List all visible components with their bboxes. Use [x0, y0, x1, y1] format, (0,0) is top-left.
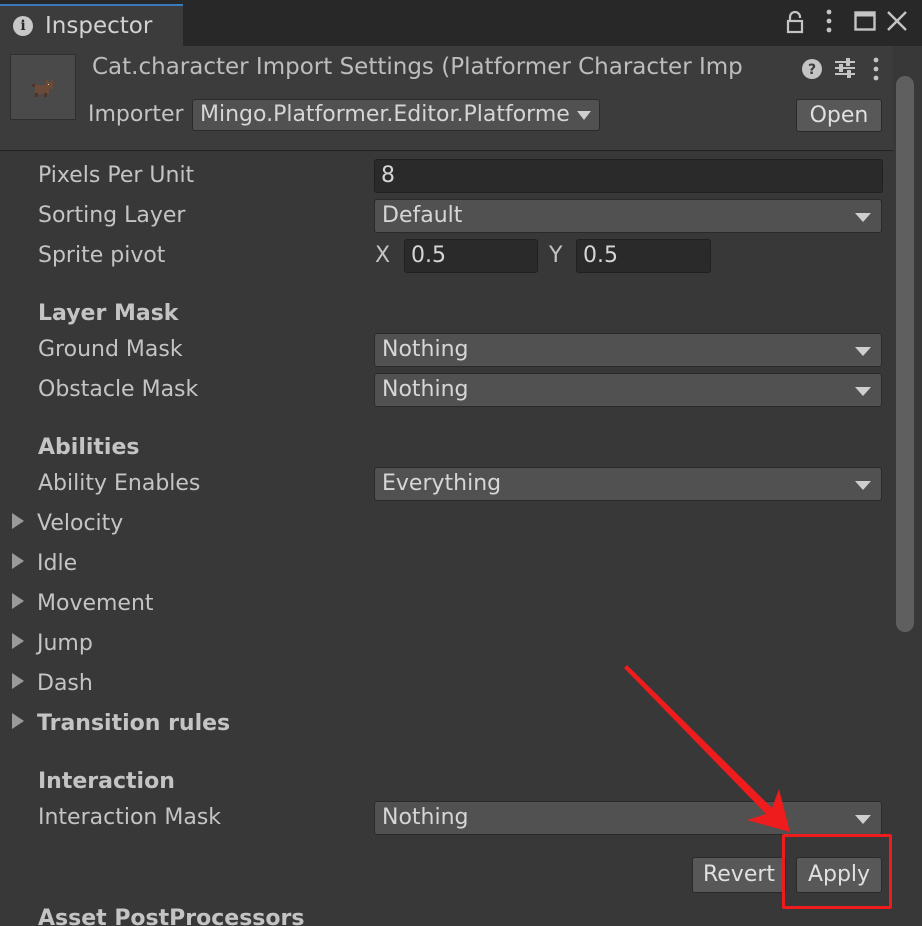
- tab-title: Inspector: [45, 13, 153, 39]
- interaction-mask-label: Interaction Mask: [38, 805, 222, 830]
- apply-highlight-box: [782, 834, 892, 909]
- triangle-right-icon: [12, 713, 24, 729]
- inspector-header: Cat.character Import Settings (Platforme…: [0, 46, 895, 151]
- revert-button[interactable]: Revert: [692, 857, 786, 893]
- kebab-menu-icon[interactable]: [870, 56, 882, 82]
- asset-thumbnail: [10, 54, 76, 120]
- lock-icon[interactable]: [783, 10, 807, 34]
- ground-mask-value: Nothing: [382, 337, 469, 362]
- ground-mask-label: Ground Mask: [38, 337, 183, 362]
- foldout-label: Transition rules: [37, 711, 231, 736]
- pivot-y-label: Y: [549, 243, 563, 268]
- help-icon[interactable]: ?: [801, 58, 823, 80]
- triangle-right-icon: [12, 673, 24, 689]
- sorting-layer-label: Sorting Layer: [38, 203, 186, 228]
- importer-label: Importer: [88, 102, 184, 127]
- asset-postprocessors-header[interactable]: Asset PostProcessors: [38, 906, 304, 926]
- vertical-scrollbar[interactable]: [893, 46, 922, 926]
- importer-value: Mingo.Platformer.Editor.Platforme: [200, 102, 570, 127]
- foldout-movement[interactable]: Movement: [12, 591, 154, 616]
- close-icon[interactable]: [884, 8, 910, 34]
- chevron-down-icon: [855, 815, 871, 824]
- maximize-icon[interactable]: [854, 11, 876, 31]
- pivot-y-field[interactable]: 0.5: [576, 239, 711, 273]
- inspector-window: i Inspector Cat.character Import Setting…: [0, 0, 922, 926]
- ground-mask-dropdown[interactable]: Nothing: [374, 333, 882, 367]
- interaction-header: Interaction: [38, 769, 175, 794]
- layer-mask-header: Layer Mask: [38, 301, 179, 326]
- importer-dropdown[interactable]: Mingo.Platformer.Editor.Platforme: [192, 99, 600, 131]
- foldout-label: Velocity: [37, 511, 124, 536]
- pixels-per-unit-field[interactable]: 8: [374, 159, 883, 193]
- svg-text:?: ?: [808, 62, 816, 78]
- pixels-per-unit-label: Pixels Per Unit: [38, 163, 195, 188]
- foldout-label: Dash: [37, 671, 93, 696]
- triangle-right-icon: [12, 633, 24, 649]
- asset-title: Cat.character Import Settings (Platforme…: [92, 54, 743, 80]
- ability-enables-value: Everything: [382, 471, 502, 496]
- foldout-label: Jump: [37, 631, 93, 656]
- foldout-idle[interactable]: Idle: [12, 551, 77, 576]
- scrollbar-thumb[interactable]: [896, 76, 914, 632]
- ability-enables-dropdown[interactable]: Everything: [374, 467, 882, 501]
- chevron-down-icon: [577, 111, 591, 120]
- foldout-label: Idle: [37, 551, 78, 576]
- foldout-velocity[interactable]: Velocity: [12, 511, 123, 536]
- info-icon: i: [13, 16, 33, 36]
- interaction-mask-value: Nothing: [382, 805, 469, 830]
- chevron-down-icon: [855, 347, 871, 356]
- foldout-label: Movement: [37, 591, 154, 616]
- chevron-down-icon: [855, 213, 871, 222]
- obstacle-mask-dropdown[interactable]: Nothing: [374, 373, 882, 407]
- tab-bar: i Inspector: [0, 0, 922, 46]
- open-button[interactable]: Open: [796, 99, 882, 132]
- obstacle-mask-value: Nothing: [382, 377, 469, 402]
- kebab-menu-icon[interactable]: [823, 8, 835, 34]
- sliders-icon[interactable]: [833, 56, 857, 80]
- foldout-transition-rules[interactable]: Transition rules: [12, 711, 230, 736]
- obstacle-mask-label: Obstacle Mask: [38, 377, 199, 402]
- interaction-mask-dropdown[interactable]: Nothing: [374, 801, 882, 835]
- ability-enables-label: Ability Enables: [38, 471, 201, 496]
- triangle-right-icon: [12, 553, 24, 569]
- tab-inspector[interactable]: i Inspector: [0, 4, 183, 46]
- foldout-jump[interactable]: Jump: [12, 631, 93, 656]
- abilities-header: Abilities: [38, 435, 140, 460]
- chevron-down-icon: [855, 387, 871, 396]
- sprite-pivot-label: Sprite pivot: [38, 243, 166, 268]
- triangle-right-icon: [12, 593, 24, 609]
- sorting-layer-value: Default: [382, 203, 463, 228]
- sorting-layer-dropdown[interactable]: Default: [374, 199, 882, 233]
- triangle-right-icon: [12, 513, 24, 529]
- foldout-dash[interactable]: Dash: [12, 671, 93, 696]
- chevron-down-icon: [855, 481, 871, 490]
- pivot-x-label: X: [375, 243, 391, 268]
- pivot-x-field[interactable]: 0.5: [404, 239, 538, 273]
